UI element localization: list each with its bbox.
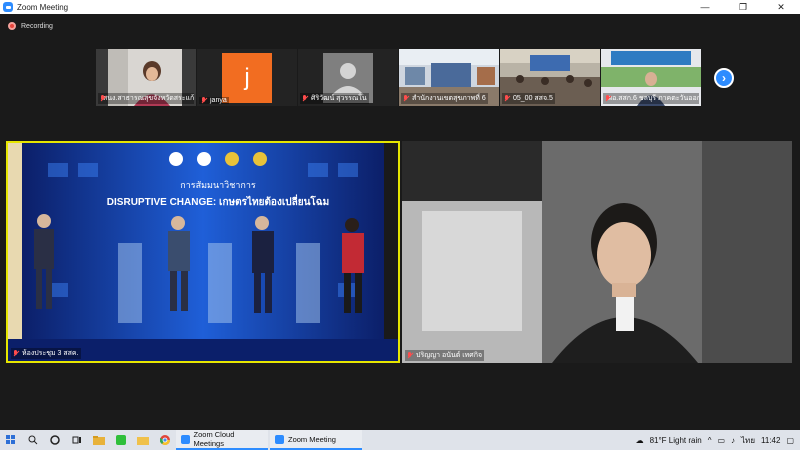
participant-name: ผอ.สสก.6 ชลบุรี ภาคตะวันออก bbox=[603, 93, 699, 104]
active-speaker-video[interactable]: การสัมมนาวิชาการ DISRUPTIVE CHANGE: เกษต… bbox=[6, 141, 400, 363]
banner-title: การสัมมนาวิชาการ bbox=[180, 180, 256, 190]
clock[interactable]: 11:42 bbox=[761, 436, 780, 445]
stage-video-frame: การสัมมนาวิชาการ DISRUPTIVE CHANGE: เกษต… bbox=[8, 143, 398, 361]
weather-text[interactable]: 81°F Light rain bbox=[650, 436, 702, 445]
chevron-right-icon: › bbox=[722, 71, 726, 85]
notification-icon[interactable]: ▢ bbox=[786, 436, 794, 445]
folder-icon[interactable] bbox=[132, 430, 154, 450]
participant-tile[interactable]: j janya bbox=[197, 49, 298, 106]
participant-tile[interactable]: ผอ.สสก.6 ชลบุรี ภาคตะวันออก bbox=[601, 49, 702, 106]
weather-icon[interactable]: ☁ bbox=[636, 436, 644, 445]
record-icon bbox=[8, 22, 16, 30]
zoom-logo-icon bbox=[3, 2, 13, 12]
participant-tile[interactable]: ศิริวัฒน์ สุวรรณใน bbox=[298, 49, 399, 106]
participant-name: 05_00 สสจ.5 bbox=[502, 93, 555, 104]
tray-overflow-icon[interactable]: ^ bbox=[708, 436, 712, 445]
participant-tile[interactable]: สนง.สาธารณสุขจังหวัดสระแก้ว bbox=[96, 49, 197, 106]
chrome-icon[interactable] bbox=[154, 430, 176, 450]
participant-tile[interactable]: 05_00 สสจ.5 bbox=[500, 49, 601, 106]
start-button[interactable] bbox=[0, 430, 22, 450]
participant-initial: j bbox=[222, 53, 272, 103]
line-app-icon[interactable] bbox=[110, 430, 132, 450]
mic-muted-icon bbox=[403, 95, 409, 102]
meeting-stage: Recording สนง.สาธารณสุขจังหวัดสระแก้ว j bbox=[0, 14, 800, 430]
participant-name: สำนักงานเขตสุขภาพที่ 6 bbox=[401, 93, 488, 104]
maximize-button[interactable]: ❐ bbox=[724, 0, 762, 14]
next-page-button[interactable]: › bbox=[714, 68, 734, 88]
zoom-app-icon bbox=[275, 434, 284, 444]
banner-headline: DISRUPTIVE CHANGE: เกษตรไทยต้องเปลี่ยนโฉ… bbox=[107, 194, 329, 208]
mic-muted-icon bbox=[504, 95, 510, 102]
task-view-icon[interactable] bbox=[66, 430, 88, 450]
minimize-button[interactable]: — bbox=[686, 0, 724, 14]
participant-name: ปริญญา อนันต์ เทศกิจ bbox=[405, 350, 485, 361]
system-tray: ☁ 81°F Light rain ^ ▭ ♪ ไทย 11:42 ▢ bbox=[636, 430, 800, 450]
title-bar: Zoom Meeting — ❐ ✕ bbox=[0, 0, 800, 14]
volume-icon[interactable]: ♪ bbox=[731, 436, 735, 445]
participant-name: janya bbox=[199, 97, 229, 104]
language-indicator[interactable]: ไทย bbox=[741, 434, 755, 447]
network-icon[interactable]: ▭ bbox=[717, 436, 725, 445]
participant-video-large[interactable]: ปริญญา อนันต์ เทศกิจ bbox=[402, 141, 792, 363]
cortana-icon[interactable] bbox=[44, 430, 66, 450]
participant-name: ศิริวัฒน์ สุวรรณใน bbox=[300, 93, 369, 104]
window-controls: — ❐ ✕ bbox=[686, 0, 800, 14]
mic-muted-icon bbox=[407, 352, 413, 359]
windows-taskbar: Zoom Cloud Meetings Zoom Meeting ☁ 81°F … bbox=[0, 430, 800, 450]
window-title: Zoom Meeting bbox=[17, 2, 69, 12]
file-explorer-icon[interactable] bbox=[88, 430, 110, 450]
taskbar-app-zoom-cloud-meetings[interactable]: Zoom Cloud Meetings bbox=[176, 430, 268, 450]
taskbar-app-zoom-meeting[interactable]: Zoom Meeting bbox=[270, 430, 362, 450]
windows-logo-icon bbox=[6, 435, 15, 444]
recording-label: Recording bbox=[21, 22, 53, 30]
recording-indicator[interactable]: Recording bbox=[8, 22, 53, 30]
close-button[interactable]: ✕ bbox=[762, 0, 800, 14]
mic-muted-icon bbox=[302, 95, 308, 102]
participant-tile[interactable]: สำนักงานเขตสุขภาพที่ 6 bbox=[399, 49, 500, 106]
participant-name: ห้องประชุม 3 สสค. bbox=[11, 348, 81, 359]
participant-name: สนง.สาธารณสุขจังหวัดสระแก้ว bbox=[98, 93, 194, 104]
participant-strip: สนง.สาธารณสุขจังหวัดสระแก้ว j janya ศิริ… bbox=[96, 49, 702, 106]
search-icon[interactable] bbox=[22, 430, 44, 450]
mic-muted-icon bbox=[13, 350, 19, 357]
speaker-video-frame bbox=[402, 141, 792, 363]
zoom-app-icon bbox=[181, 434, 190, 444]
mic-muted-icon bbox=[201, 97, 207, 104]
